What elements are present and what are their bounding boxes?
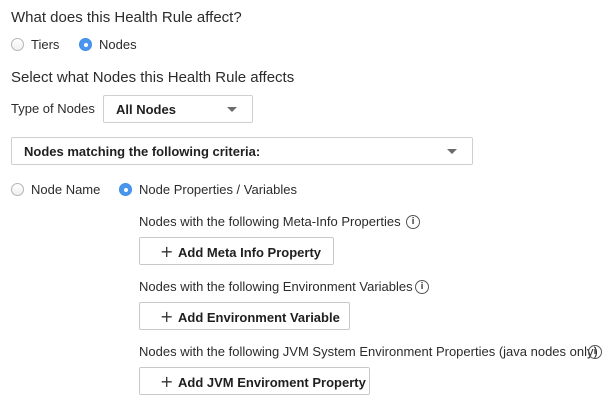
add-jvm-environment-property-label: Add JVM Enviroment Property	[178, 375, 366, 390]
radio-tiers-label[interactable]: Tiers	[31, 37, 59, 52]
env-variables-label: Nodes with the following Environment Var…	[139, 279, 413, 294]
info-icon[interactable]: i	[415, 280, 429, 294]
radio-node-name[interactable]	[11, 183, 24, 196]
radio-node-properties-label[interactable]: Node Properties / Variables	[139, 182, 297, 197]
affect-title: What does this Health Rule affect?	[11, 9, 242, 26]
radio-tiers[interactable]	[11, 38, 24, 51]
radio-node-name-label[interactable]: Node Name	[31, 182, 100, 197]
criteria-select[interactable]: Nodes matching the following criteria:	[11, 137, 473, 165]
meta-info-label: Nodes with the following Meta-Info Prope…	[139, 214, 401, 229]
jvm-properties-label: Nodes with the following JVM System Envi…	[139, 344, 598, 359]
info-icon[interactable]: i	[588, 345, 602, 359]
info-icon[interactable]: i	[406, 215, 420, 229]
chevron-down-icon	[227, 107, 237, 112]
type-of-nodes-value: All Nodes	[116, 102, 176, 117]
add-meta-info-property-label: Add Meta Info Property	[178, 245, 322, 260]
add-jvm-environment-property-button[interactable]: + Add JVM Enviroment Property	[139, 367, 370, 395]
radio-nodes[interactable]	[79, 38, 92, 51]
type-of-nodes-label: Type of Nodes	[11, 101, 95, 116]
add-meta-info-property-button[interactable]: + Add Meta Info Property	[139, 237, 334, 265]
radio-nodes-label[interactable]: Nodes	[99, 37, 137, 52]
criteria-select-value: Nodes matching the following criteria:	[24, 144, 261, 159]
type-of-nodes-select[interactable]: All Nodes	[103, 95, 253, 123]
plus-icon: +	[160, 372, 174, 391]
radio-node-properties[interactable]	[119, 183, 132, 196]
add-environment-variable-label: Add Environment Variable	[178, 310, 340, 325]
plus-icon: +	[160, 307, 174, 326]
select-nodes-title: Select what Nodes this Health Rule affec…	[11, 69, 295, 86]
add-environment-variable-button[interactable]: + Add Environment Variable	[139, 302, 350, 330]
plus-icon: +	[160, 242, 174, 261]
chevron-down-icon	[447, 149, 457, 154]
